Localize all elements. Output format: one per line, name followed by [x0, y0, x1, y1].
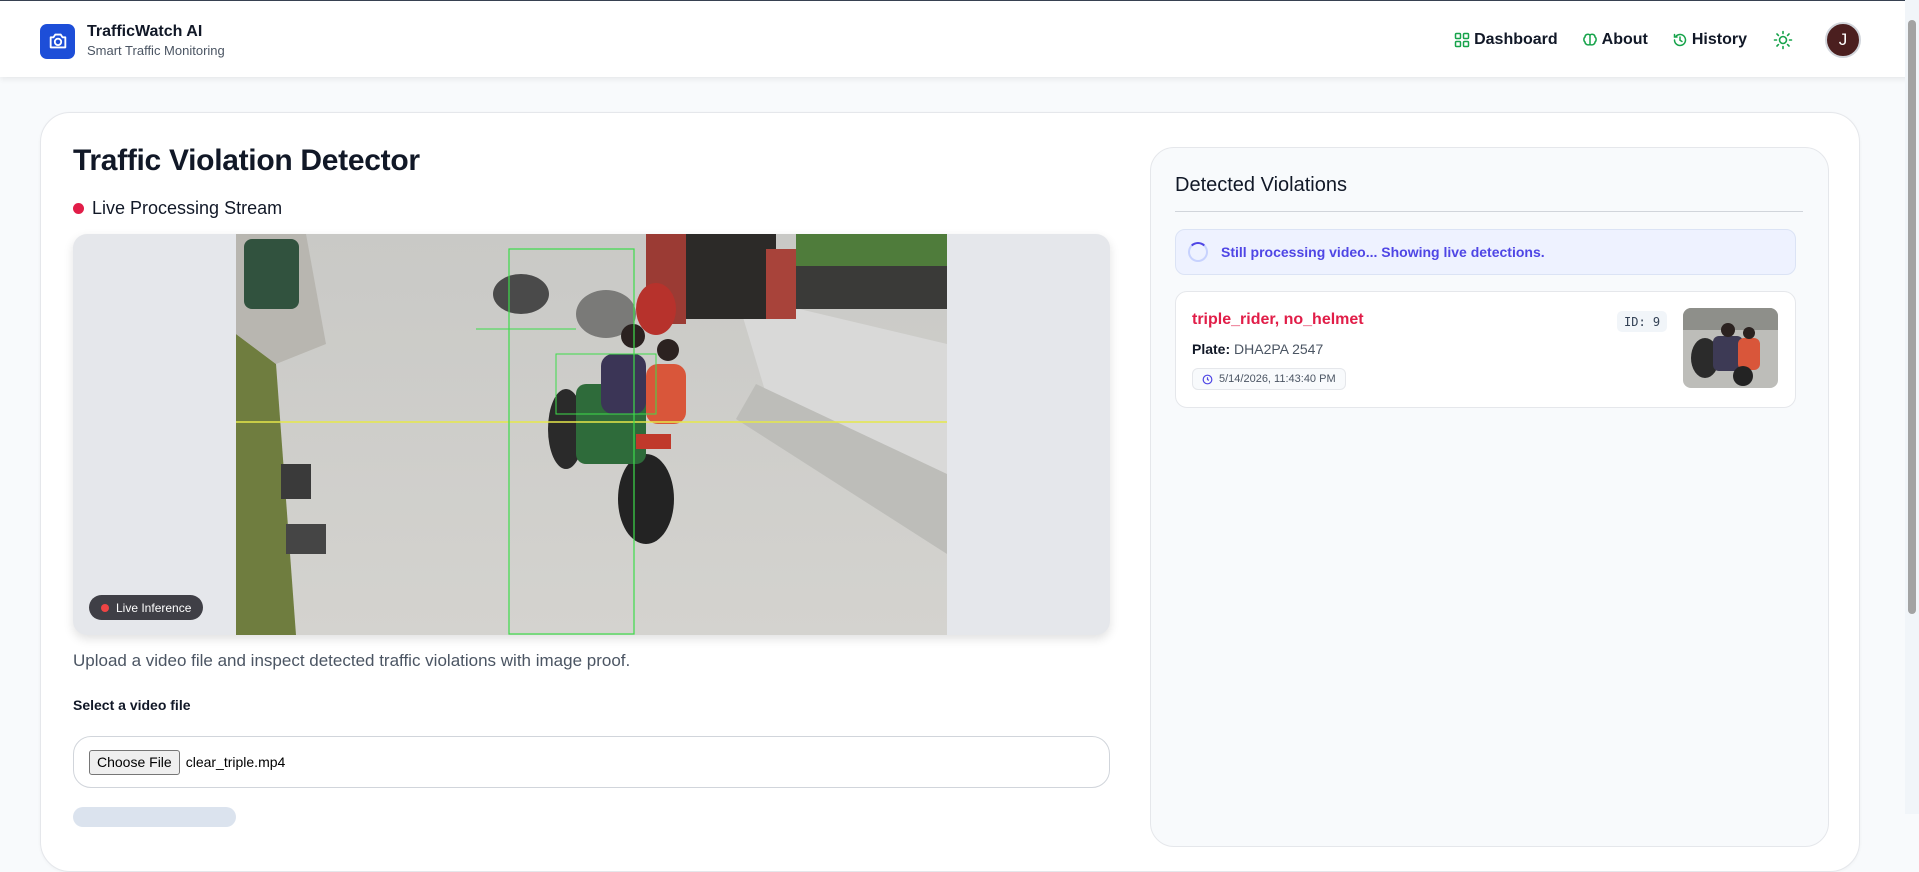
processing-status: Still processing video... Showing live d…: [1175, 229, 1796, 275]
camera-icon: [40, 23, 75, 59]
nav-history[interactable]: History: [1672, 31, 1747, 49]
selected-file-name: clear_triple.mp4: [185, 754, 286, 770]
recording-dot-icon: [73, 203, 84, 214]
nav-about-label: About: [1601, 31, 1648, 48]
violation-timestamp: 5/14/2026, 11:43:40 PM: [1192, 368, 1346, 390]
nav-dashboard-label: Dashboard: [1474, 31, 1558, 48]
upload-description: Upload a video file and inspect detected…: [73, 651, 631, 670]
video-file-input[interactable]: Choose File clear_triple.mp4: [73, 736, 1110, 788]
main-nav: Dashboard About History J: [1454, 21, 1861, 59]
brain-icon: [1582, 33, 1597, 46]
submit-button[interactable]: [73, 807, 236, 827]
panel-title: Detected Violations: [1175, 174, 1347, 196]
nav-about[interactable]: About: [1582, 31, 1648, 49]
brand-subtitle: Smart Traffic Monitoring: [87, 43, 225, 58]
violation-plate: Plate: DHA2PA 2547: [1192, 341, 1323, 357]
nav-dashboard[interactable]: Dashboard: [1454, 31, 1558, 49]
plate-value: DHA2PA 2547: [1234, 341, 1324, 357]
grid-icon: [1454, 32, 1470, 48]
stream-status: Live Processing Stream: [73, 198, 282, 219]
history-icon: [1673, 33, 1687, 47]
violation-proof-image[interactable]: [1683, 308, 1778, 388]
choose-file-button[interactable]: Choose File: [89, 749, 180, 775]
sun-icon: [1773, 30, 1793, 50]
processing-status-text: Still processing video... Showing live d…: [1221, 244, 1545, 260]
violation-id-badge: ID: 9: [1617, 311, 1668, 332]
plate-label: Plate:: [1192, 341, 1231, 357]
user-avatar[interactable]: J: [1825, 22, 1861, 58]
nav-history-label: History: [1691, 31, 1747, 48]
top-navigation-bar: TrafficWatch AI Smart Traffic Monitoring…: [0, 0, 1919, 77]
file-field-label: Select a video file: [73, 697, 191, 713]
page-title: Traffic Violation Detector: [73, 144, 420, 177]
live-dot-icon: [101, 603, 109, 612]
stream-label: Live Processing Stream: [92, 198, 283, 218]
timestamp-text: 5/14/2026, 11:43:40 PM: [1219, 373, 1336, 385]
live-inference-label: Live Inference: [116, 600, 192, 615]
video-stream-container: Live Inference: [73, 234, 1110, 635]
page-scrollbar-thumb[interactable]: [1908, 20, 1916, 614]
violation-type: triple_rider, no_helmet: [1192, 311, 1364, 328]
video-frame: [236, 234, 947, 635]
clock-icon: [1202, 374, 1213, 384]
theme-toggle-button[interactable]: [1771, 28, 1795, 52]
panel-divider: [1175, 211, 1803, 212]
brand-title: TrafficWatch AI: [87, 23, 203, 40]
brand[interactable]: TrafficWatch AI Smart Traffic Monitoring: [40, 22, 225, 60]
loading-spinner-icon: [1188, 242, 1208, 262]
live-inference-badge: Live Inference: [89, 595, 204, 620]
